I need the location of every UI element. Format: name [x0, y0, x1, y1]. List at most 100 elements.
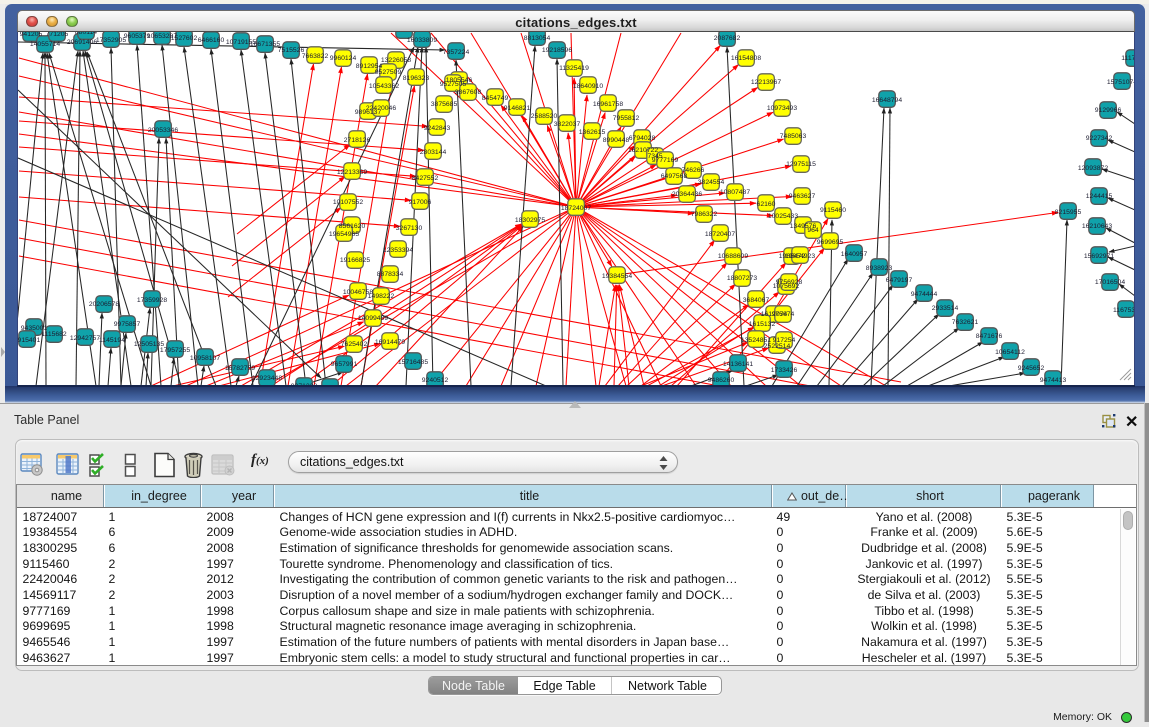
svg-text:13226058: 13226058 [381, 57, 411, 64]
svg-text:20053346: 20053346 [148, 127, 178, 134]
svg-text:771205: 771205 [46, 32, 69, 38]
svg-text:11325419: 11325419 [559, 65, 589, 72]
svg-text:7663822: 7663822 [302, 53, 329, 60]
svg-text:8938923: 8938923 [866, 265, 893, 272]
svg-text:16782759: 16782759 [225, 365, 255, 372]
svg-text:17352905: 17352905 [96, 37, 126, 44]
svg-text:9242843: 9242843 [424, 125, 451, 132]
svg-text:9657991: 9657991 [331, 361, 358, 368]
svg-text:3684067: 3684067 [743, 297, 770, 304]
svg-text:14055714: 14055714 [30, 41, 60, 48]
svg-text:1733426: 1733426 [771, 367, 798, 374]
svg-text:18302975: 18302975 [515, 217, 545, 224]
svg-text:20691406: 20691406 [67, 39, 97, 46]
svg-text:10688609: 10688609 [718, 253, 748, 260]
svg-text:12093872: 12093872 [1078, 165, 1108, 172]
svg-text:12353394: 12353394 [383, 247, 413, 254]
svg-text:6466160: 6466160 [198, 37, 225, 44]
svg-text:6497568: 6497568 [661, 173, 688, 180]
svg-text:10654112: 10654112 [995, 349, 1025, 356]
svg-text:2588520: 2588520 [531, 113, 558, 120]
svg-text:917254: 917254 [773, 337, 796, 344]
svg-text:18724007: 18724007 [561, 205, 591, 212]
svg-text:9115460: 9115460 [820, 207, 846, 214]
svg-text:9474413: 9474413 [1040, 377, 1067, 384]
svg-text:10025433: 10025433 [768, 213, 798, 220]
svg-text:19384554: 19384554 [602, 273, 632, 280]
svg-text:9486260: 9486260 [708, 377, 735, 384]
svg-text:19218596: 19218596 [542, 47, 572, 54]
svg-text:9474444: 9474444 [911, 291, 938, 298]
svg-text:17957255: 17957255 [160, 347, 190, 354]
svg-text:964: 964 [807, 227, 819, 234]
svg-text:16671355: 16671355 [250, 41, 280, 48]
svg-text:16033809: 16033809 [407, 37, 437, 44]
svg-text:1115682: 1115682 [41, 331, 67, 338]
svg-text:1145194: 1145194 [99, 337, 125, 344]
svg-text:2867608: 2867608 [455, 89, 482, 96]
svg-text:9699695: 9699695 [817, 239, 844, 246]
svg-text:880114: 880114 [75, 32, 97, 36]
svg-text:7632621: 7632621 [952, 319, 979, 326]
svg-text:12942757: 12942757 [70, 335, 100, 342]
svg-text:8454749: 8454749 [482, 95, 509, 102]
svg-text:16154808: 16154808 [731, 55, 761, 62]
svg-text:8878334: 8878334 [377, 271, 404, 278]
svg-text:9975857: 9975857 [114, 321, 141, 328]
svg-text:941205: 941205 [20, 32, 43, 38]
svg-text:16648794: 16648794 [872, 97, 902, 104]
svg-text:18807273: 18807273 [727, 275, 757, 282]
svg-text:9463627: 9463627 [789, 193, 816, 200]
svg-text:19654923: 19654923 [785, 253, 815, 260]
svg-text:18640910: 18640910 [573, 83, 603, 90]
svg-text:16210643: 16210643 [1082, 223, 1112, 230]
svg-text:7625402: 7625402 [341, 341, 368, 348]
svg-text:16914479: 16914479 [375, 339, 405, 346]
svg-text:20206578: 20206578 [89, 301, 119, 308]
svg-text:15716485: 15716485 [398, 359, 428, 366]
svg-text:1498222: 1498222 [368, 293, 395, 300]
svg-text:9146821: 9146821 [504, 105, 531, 112]
svg-text:8427552: 8427552 [412, 175, 439, 182]
svg-text:9777169: 9777169 [652, 157, 679, 164]
svg-text:17359928: 17359928 [137, 297, 167, 304]
svg-text:18720407: 18720407 [705, 231, 735, 238]
svg-text:917006: 917006 [409, 199, 432, 206]
svg-text:15692971: 15692971 [1084, 253, 1114, 260]
svg-text:7357224: 7357224 [443, 49, 470, 56]
svg-text:1527602: 1527602 [171, 35, 198, 42]
svg-text:12213967: 12213967 [751, 79, 781, 86]
svg-text:2087682: 2087682 [714, 35, 741, 42]
svg-text:3822037: 3822037 [554, 121, 581, 128]
svg-text:8561620: 8561620 [339, 223, 366, 230]
svg-text:9527509: 9527509 [375, 69, 402, 76]
svg-text:9240512: 9240512 [422, 377, 449, 384]
svg-text:19166825: 19166825 [340, 257, 370, 264]
svg-text:8215955: 8215955 [1055, 209, 1082, 216]
svg-text:9527505: 9527505 [440, 81, 467, 88]
svg-text:16961758: 16961758 [593, 101, 623, 108]
svg-text:9245652: 9245652 [1018, 365, 1045, 372]
svg-text:12975115: 12975115 [786, 161, 816, 168]
svg-text:8990448: 8990448 [603, 137, 630, 144]
svg-text:14136141: 14136141 [723, 361, 753, 368]
svg-text:1117429: 1117429 [1121, 55, 1135, 62]
svg-text:3267130: 3267130 [396, 225, 423, 232]
svg-text:10107552: 10107552 [333, 199, 363, 206]
svg-text:15751074: 15751074 [1107, 79, 1135, 86]
svg-text:3824554: 3824554 [698, 179, 725, 186]
svg-text:8813054: 8813054 [524, 35, 551, 42]
svg-text:1803710: 1803710 [391, 32, 418, 34]
svg-text:10807487: 10807487 [720, 189, 750, 196]
svg-text:1615132: 1615132 [749, 321, 776, 328]
svg-text:7955812: 7955812 [613, 115, 640, 122]
svg-text:6794028: 6794028 [629, 135, 656, 142]
svg-text:9227342: 9227342 [1086, 135, 1113, 142]
svg-text:8196323: 8196323 [403, 75, 430, 82]
svg-text:1167533: 1167533 [1113, 307, 1135, 314]
svg-text:2803144: 2803144 [420, 149, 447, 156]
svg-text:10973493: 10973493 [767, 105, 797, 112]
svg-text:7986322: 7986322 [691, 211, 718, 218]
svg-text:17016504: 17016504 [1095, 279, 1125, 286]
svg-text:12213369: 12213369 [337, 169, 367, 176]
